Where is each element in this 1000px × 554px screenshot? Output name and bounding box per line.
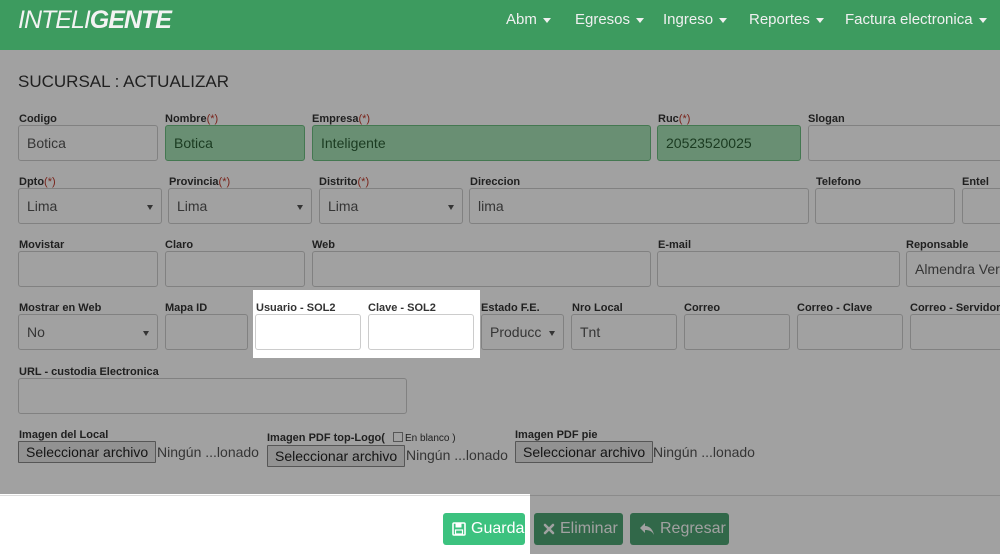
mostrar-web-select[interactable]: No <box>18 314 158 350</box>
empresa-label: Empresa(*) <box>312 113 371 125</box>
imagen-pdf-pie-label: Imagen PDF pie <box>515 429 598 441</box>
claro-input[interactable] <box>165 251 305 287</box>
url-custodia-label: URL - custodia Electronica <box>19 366 159 378</box>
nav-item-abm[interactable]: Abm <box>506 11 551 28</box>
save-icon <box>452 522 466 536</box>
main-content: SUCURSAL : ACTUALIZAR Codigo Botica Nomb… <box>0 50 1000 554</box>
regresar-button[interactable]: Regresar <box>630 513 729 545</box>
usuario-sol2-input[interactable] <box>255 314 361 350</box>
en-blanco-label: En blanco ) <box>405 433 456 444</box>
reponsable-label: Reponsable <box>906 239 969 251</box>
nombre-input[interactable]: Botica <box>165 125 305 161</box>
web-input[interactable] <box>312 251 651 287</box>
email-label: E-mail <box>658 239 692 251</box>
movistar-label: Movistar <box>19 239 65 251</box>
correo-label: Correo <box>684 302 721 314</box>
correo-servidor-input[interactable] <box>910 314 1000 350</box>
ruc-label: Ruc(*) <box>658 113 691 125</box>
codigo-label: Codigo <box>19 113 57 125</box>
mapa-id-label: Mapa ID <box>165 302 208 314</box>
close-icon <box>543 523 555 535</box>
usuario-sol2-label: Usuario - SOL2 <box>256 302 336 314</box>
mostrar-web-label: Mostrar en Web <box>19 302 102 314</box>
web-label: Web <box>312 239 336 251</box>
nav-item-factura-electronica[interactable]: Factura electronica <box>845 11 987 28</box>
clave-sol2-input[interactable] <box>368 314 474 350</box>
email-input[interactable] <box>657 251 900 287</box>
provincia-label: Provincia(*) <box>169 176 231 188</box>
telefono-label: Telefono <box>816 176 862 188</box>
distrito-label: Distrito(*) <box>319 176 370 188</box>
divider <box>0 495 1000 496</box>
estado-fe-label: Estado F.E. <box>481 302 540 314</box>
nombre-label: Nombre(*) <box>165 113 219 125</box>
correo-input[interactable] <box>684 314 790 350</box>
caret-down-icon <box>815 17 824 23</box>
imagen-pdf-top-file-button[interactable]: Seleccionar archivo <box>267 445 406 467</box>
correo-clave-input[interactable] <box>797 314 903 350</box>
caret-down-icon <box>978 17 987 23</box>
mapa-id-input[interactable] <box>165 314 248 350</box>
imagen-pdf-pie-file-button[interactable]: Seleccionar archivo <box>515 441 654 463</box>
correo-clave-label: Correo - Clave <box>797 302 873 314</box>
imagen-pdf-top-label: Imagen PDF top-Logo( <box>267 432 385 444</box>
imagen-local-file-status: Ningún ...lonado <box>157 444 259 460</box>
claro-label: Claro <box>165 239 194 251</box>
movistar-input[interactable] <box>18 251 158 287</box>
dpto-select[interactable]: Lima <box>18 188 162 224</box>
entel-input[interactable] <box>962 188 1000 224</box>
en-blanco-checkbox[interactable] <box>393 432 403 442</box>
empresa-input[interactable]: Inteligente <box>312 125 651 161</box>
imagen-local-file-button[interactable]: Seleccionar archivo <box>18 441 157 463</box>
reply-icon <box>639 522 655 536</box>
direccion-label: Direccion <box>470 176 521 188</box>
direccion-input[interactable]: lima <box>469 188 809 224</box>
correo-servidor-label: Correo - Servidor <box>910 302 1000 314</box>
url-custodia-input[interactable] <box>18 378 407 414</box>
caret-down-icon <box>542 17 551 23</box>
slogan-input[interactable] <box>808 125 1000 161</box>
estado-fe-select[interactable]: Producc <box>481 314 564 350</box>
caret-down-icon <box>719 17 728 23</box>
nav-item-egresos[interactable]: Egresos <box>575 11 645 28</box>
imagen-pdf-pie-file-status: Ningún ...lonado <box>653 444 755 460</box>
nav-item-ingreso[interactable]: Ingreso <box>663 11 728 28</box>
nav-item-reportes[interactable]: Reportes <box>749 11 824 28</box>
imagen-local-label: Imagen del Local <box>19 429 109 441</box>
distrito-select[interactable]: Lima <box>319 188 463 224</box>
nro-local-label: Nro Local <box>572 302 623 314</box>
provincia-select[interactable]: Lima <box>168 188 312 224</box>
entel-label: Entel <box>962 176 989 188</box>
navbar: INTELIGENTE Abm Egresos Ingreso Reportes… <box>0 0 1000 50</box>
reponsable-input[interactable]: Almendra Ver <box>906 251 1000 287</box>
imagen-pdf-top-file-status: Ningún ...lonado <box>406 447 508 463</box>
clave-sol2-label: Clave - SOL2 <box>368 302 436 314</box>
codigo-input[interactable]: Botica <box>18 125 158 161</box>
page-title: SUCURSAL : ACTUALIZAR <box>18 72 229 91</box>
ruc-input[interactable]: 20523520025 <box>657 125 801 161</box>
guardar-button[interactable]: Guardar <box>443 513 530 545</box>
nro-local-input[interactable]: Tnt <box>571 314 677 350</box>
brand-logo[interactable]: INTELIGENTE <box>18 6 172 35</box>
slogan-label: Slogan <box>808 113 845 125</box>
telefono-input[interactable] <box>815 188 955 224</box>
eliminar-button[interactable]: Eliminar <box>534 513 623 545</box>
dpto-label: Dpto(*) <box>19 176 56 188</box>
caret-down-icon <box>636 17 645 23</box>
